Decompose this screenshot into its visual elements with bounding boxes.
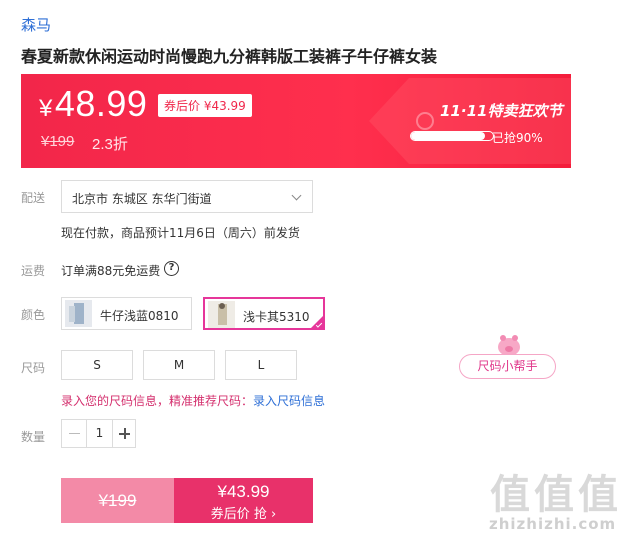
quantity-label: 数量 <box>21 430 46 444</box>
quantity-value[interactable]: 1 <box>87 420 112 447</box>
original-price: ¥199 <box>41 133 75 150</box>
buy-original-price-button[interactable]: ¥199 <box>61 478 174 523</box>
size-hint: 录入您的尺码信息，精准推荐尺码：录入尺码信息 <box>61 392 325 409</box>
address-selector[interactable]: 北京市 东城区 东华门街道 <box>61 180 313 213</box>
watermark-url: zhizhizhi.com <box>489 515 617 533</box>
after-coupon-badge: 券后价 ¥43.99 <box>158 94 252 117</box>
color-option-light-khaki[interactable]: 浅卡其5310 <box>203 297 325 330</box>
color-option-label: 牛仔浅蓝0810 <box>100 309 179 323</box>
price-banner: ¥48.99 券后价 ¥43.99 ¥199 2.3折 11·11特卖狂欢节 已… <box>21 74 571 168</box>
decrease-button[interactable] <box>62 420 87 447</box>
color-thumbnail <box>65 300 92 327</box>
price-value: 48.99 <box>54 83 148 124</box>
current-price: ¥48.99 <box>39 83 147 125</box>
event-tag-shape <box>369 78 571 164</box>
increase-button[interactable] <box>112 420 135 447</box>
size-option-m[interactable]: M <box>143 350 215 380</box>
color-option-label: 浅卡其5310 <box>243 310 310 324</box>
brand-name[interactable]: 森马 <box>21 14 51 35</box>
freight-label: 运费 <box>21 264 46 278</box>
delivery-label: 配送 <box>21 191 46 205</box>
size-hint-text: 录入您的尺码信息，精准推荐尺码： <box>61 394 254 408</box>
watermark-logo: 值值值 <box>490 472 622 518</box>
size-option-s[interactable]: S <box>61 350 133 380</box>
size-helper-button[interactable]: 尺码小帮手 <box>459 354 556 379</box>
chevron-down-icon <box>291 190 302 201</box>
sales-progress-bar <box>410 131 494 141</box>
event-title: 11·11特卖狂欢节 <box>440 102 563 120</box>
color-option-denim-light-blue[interactable]: 牛仔浅蓝0810 <box>61 297 192 330</box>
quantity-stepper: 1 <box>61 419 136 448</box>
currency-symbol: ¥ <box>39 95 53 122</box>
color-label: 颜色 <box>21 308 46 322</box>
sales-progress-text: 已抢90% <box>492 131 543 145</box>
size-label: 尺码 <box>21 361 46 375</box>
discount-rate: 2.3折 <box>92 136 128 153</box>
buy-coupon-cta: 券后价 抢 › <box>210 507 277 522</box>
address-text: 北京市 东城区 东华门街道 <box>72 192 212 206</box>
help-icon[interactable]: ? <box>164 261 179 276</box>
shipping-estimate: 现在付款，商品预计11月6日（周六）前发货 <box>61 226 300 240</box>
freight-text: 订单满88元免运费 <box>61 264 161 278</box>
product-title: 春夏新款休闲运动时尚慢跑九分裤韩版工装裤子牛仔裤女装 <box>21 47 438 66</box>
sales-progress-fill <box>411 132 485 140</box>
size-hint-link[interactable]: 录入尺码信息 <box>253 394 325 408</box>
buy-coupon-price: ¥43.99 <box>217 482 270 501</box>
buy-with-coupon-button[interactable]: ¥43.99 券后价 抢 › <box>174 478 313 523</box>
pig-mascot-icon <box>498 335 520 356</box>
size-option-l[interactable]: L <box>225 350 297 380</box>
color-thumbnail <box>208 301 235 328</box>
